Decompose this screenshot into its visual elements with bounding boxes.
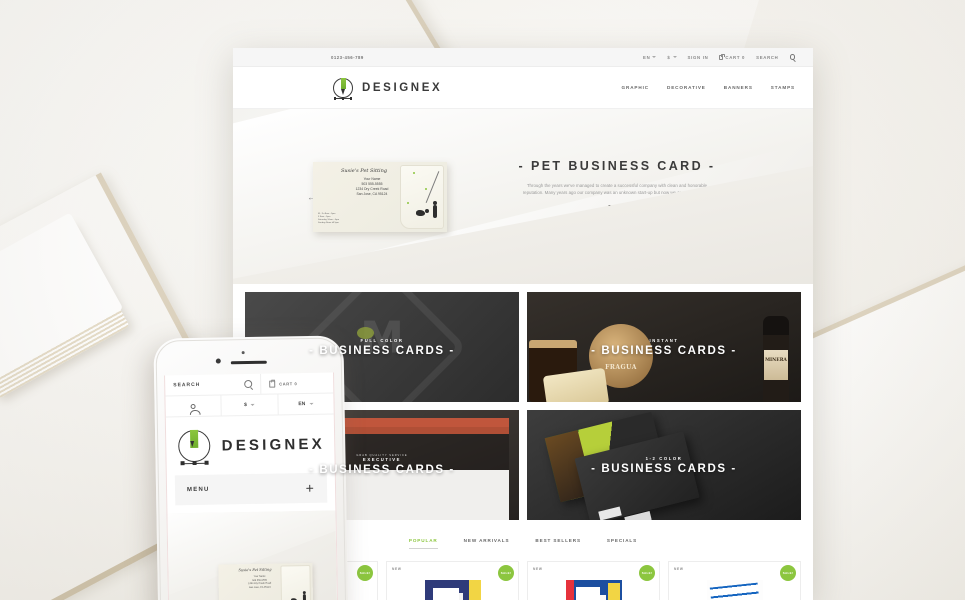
search-icon[interactable]	[244, 379, 253, 389]
search-icon[interactable]	[789, 54, 795, 60]
mobile-menu-label: MENU	[186, 486, 210, 494]
hero-slider: ← → Susie's Pet Sitting Your Name 503 55…	[233, 109, 813, 284]
mobile-utility-row: $ EN	[165, 393, 334, 418]
hero-card-title: Susie's Pet Sitting	[341, 167, 388, 174]
nav-item-decorative[interactable]: DECORATIVE	[667, 85, 706, 90]
chevron-down-icon	[652, 56, 657, 58]
tile-instant[interactable]: MINERA FRAGUA INSTANT - BUSINESS CARDS -	[527, 292, 801, 402]
tab-specials[interactable]: SPECIALS	[607, 538, 637, 549]
tile-title: - BUSINESS CARDS -	[591, 462, 737, 475]
mobile-hero-product-image: Susie's Pet Sitting Your Name 503 555-55…	[218, 562, 314, 600]
tile-kicker: EXECUTIVE	[362, 457, 402, 462]
pen-nib-logo-icon	[331, 76, 355, 100]
tab-new-arrivals[interactable]: NEW ARRIVALS	[464, 538, 510, 549]
sale-badge: SALE!	[639, 565, 655, 581]
new-badge: NEW	[533, 567, 543, 571]
language-selector[interactable]: EN	[643, 54, 657, 60]
tab-best-sellers[interactable]: BEST SELLERS	[535, 538, 581, 549]
chevron-down-icon	[250, 403, 255, 406]
shopping-bag-icon	[719, 54, 726, 60]
mobile-cart-label: CART 0	[279, 380, 298, 386]
sign-in-link[interactable]: SIGN IN	[688, 55, 709, 60]
shopping-bag-icon	[269, 380, 276, 388]
site-header: DESIGNEX GRAPHIC DECORATIVE BANNERS STAM…	[233, 67, 813, 109]
main-navigation: GRAPHIC DECORATIVE BANNERS STAMPS	[622, 85, 795, 90]
new-badge: NEW	[392, 567, 402, 571]
mobile-search-field[interactable]: SEARCH	[165, 373, 262, 396]
phone-number: 0123-456-789	[331, 54, 364, 60]
hero-description: Through the years we've managed to creat…	[522, 183, 712, 195]
tile-title: - BUSINESS CARDS -	[309, 344, 455, 357]
product-card[interactable]: NEW SALE!	[527, 561, 660, 600]
tile-title: - BUSINESS CARDS -	[309, 464, 455, 476]
phone-camera-icon	[215, 358, 221, 364]
product-image	[424, 580, 481, 600]
mobile-card-details: Your Name 503 555-5555 1234 Dry Creek Ro…	[248, 574, 272, 589]
mobile-currency-selector[interactable]: $	[221, 394, 279, 416]
phone-screen: SEARCH CART 0 $ EN DESIGNEX MENU + Susie…	[164, 372, 339, 600]
product-card[interactable]: NEW SALE!	[668, 561, 801, 600]
plus-icon: +	[305, 479, 316, 497]
phone-speaker	[230, 360, 267, 365]
sale-badge: SALE!	[780, 565, 796, 581]
mobile-search-row: SEARCH CART 0	[165, 372, 334, 397]
logo[interactable]: DESIGNEX	[331, 76, 442, 100]
pen-nib-logo-icon	[175, 427, 214, 466]
mobile-account-button[interactable]	[165, 395, 223, 417]
tile-wheel-label: FRAGUA	[605, 363, 637, 371]
hero-price: $30.00	[608, 205, 626, 211]
nav-item-stamps[interactable]: STAMPS	[771, 85, 795, 90]
cart-label: CART 0	[725, 54, 746, 60]
tile-kicker: INSTANT	[649, 337, 679, 343]
top-utility-bar: 0123-456-789 EN $ SIGN IN CART 0 SEARCH	[233, 48, 813, 67]
mobile-language-label: EN	[298, 401, 306, 408]
mobile-card-title: Susie's Pet Sitting	[238, 567, 272, 573]
logo-text: DESIGNEX	[362, 81, 443, 94]
chevron-down-icon	[672, 56, 677, 58]
mobile-currency-label: $	[244, 402, 247, 409]
product-card[interactable]: NEW SALE!	[386, 561, 519, 600]
search-link[interactable]: SEARCH	[756, 55, 778, 60]
product-image	[706, 580, 763, 600]
tile-title: - BUSINESS CARDS -	[591, 344, 737, 357]
sale-badge: SALE!	[498, 565, 514, 581]
product-image	[565, 580, 622, 600]
nav-item-banners[interactable]: BANNERS	[724, 85, 753, 90]
tile-kicker: FULL COLOR	[360, 337, 404, 343]
language-label: EN	[643, 54, 651, 60]
hero-text-block: - PET BUSINESS CARD - Through the years …	[447, 159, 775, 234]
hero-title: - PET BUSINESS CARD -	[518, 159, 716, 173]
currency-label: $	[667, 54, 671, 60]
tile-1-2-color[interactable]: 1-2 COLOR - BUSINESS CARDS -	[527, 410, 801, 520]
tile-kicker: 1-2 COLOR	[645, 455, 683, 461]
tile-bottle-label: MINERA	[765, 358, 787, 363]
slider-next-arrow[interactable]: →	[730, 192, 739, 202]
read-more-button[interactable]: READ MORE	[587, 220, 647, 234]
mobile-logo-text: DESIGNEX	[221, 435, 325, 455]
mobile-hero: Susie's Pet Sitting Your Name 503 555-55…	[167, 510, 338, 600]
user-icon	[190, 403, 196, 409]
cart-link[interactable]: CART 0	[719, 54, 746, 60]
sale-badge: SALE!	[357, 565, 373, 581]
currency-selector[interactable]: $	[667, 54, 677, 60]
new-badge: NEW	[674, 567, 684, 571]
chevron-down-icon	[309, 402, 314, 405]
top-utility-links: EN $ SIGN IN CART 0 SEARCH	[643, 54, 795, 60]
mobile-language-selector[interactable]: EN	[278, 394, 334, 415]
mobile-menu-toggle[interactable]: MENU +	[174, 472, 328, 506]
tile-tagline: GRAB QUALITY SERVICE	[356, 454, 408, 457]
mobile-search-label: SEARCH	[173, 381, 201, 389]
mobile-cart-button[interactable]: CART 0	[261, 379, 333, 388]
nav-item-graphic[interactable]: GRAPHIC	[622, 85, 649, 90]
hero-product-image: Susie's Pet Sitting Your Name 503 555-55…	[313, 161, 447, 232]
hero-card-details: Your Name 503 555-5555 1234 Dry Creek Ro…	[355, 176, 389, 197]
tab-popular[interactable]: POPULAR	[409, 538, 438, 549]
hero-card-hours: M - Fri 8am - 5pm F 8am - 5pm Saturday 1…	[318, 213, 340, 225]
phone-sensor-icon	[241, 351, 245, 355]
